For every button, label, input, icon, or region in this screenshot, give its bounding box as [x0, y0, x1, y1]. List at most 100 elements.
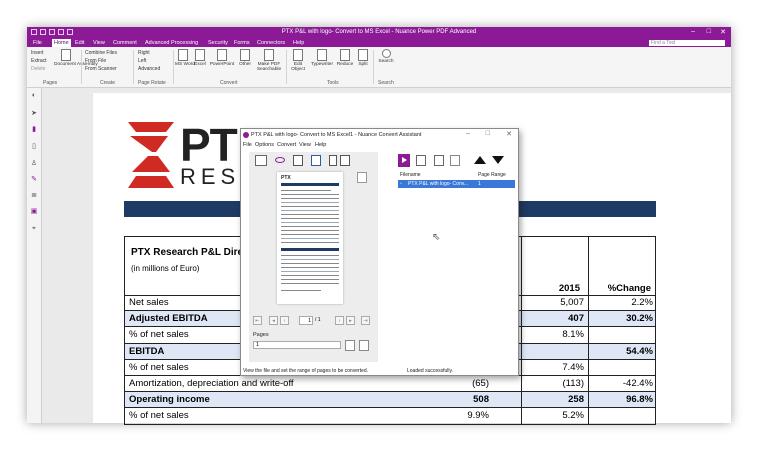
reduce-button[interactable]: Reduce: [336, 49, 354, 67]
dialog-minimize-button[interactable]: –: [466, 130, 470, 137]
convert-word-button[interactable]: MS Word: [175, 49, 195, 67]
pages-range-input[interactable]: 1: [253, 341, 341, 349]
attachment-icon[interactable]: ⌖: [30, 225, 38, 233]
remove-file-icon[interactable]: [434, 155, 444, 166]
move-up-icon[interactable]: [474, 156, 486, 164]
menu-security[interactable]: Security: [208, 40, 228, 46]
page-number-input[interactable]: 1: [299, 316, 313, 325]
open-folder-icon[interactable]: [255, 155, 267, 166]
row-value-change: -42.4%: [622, 378, 653, 389]
extract-button[interactable]: Extract: [31, 58, 47, 64]
group-label-convert: Convert: [220, 80, 238, 86]
convert-other-button[interactable]: Other: [237, 49, 253, 67]
rotate-right-button[interactable]: Right: [138, 50, 150, 56]
rotate-advanced-button[interactable]: Advanced: [138, 66, 160, 72]
select-arrow-icon[interactable]: ➤: [30, 110, 38, 118]
split-button[interactable]: Split: [356, 49, 370, 67]
next-page-button[interactable]: ▸: [346, 316, 355, 325]
minimize-button[interactable]: –: [691, 28, 695, 35]
menu-help[interactable]: Help: [293, 40, 304, 46]
prev-button[interactable]: ‹: [280, 316, 289, 325]
dialog-menu-file[interactable]: File: [243, 142, 252, 148]
layers-icon[interactable]: ≣: [30, 192, 38, 200]
document-icon[interactable]: ▯: [30, 143, 38, 151]
column-divider: [521, 408, 522, 424]
save-doc-icon[interactable]: [311, 155, 321, 166]
next-button[interactable]: ›: [335, 316, 344, 325]
separator: [133, 50, 134, 84]
pages-panel-icon[interactable]: ▮: [30, 126, 38, 134]
page-thumbnail[interactable]: PTX: [277, 172, 343, 304]
stamp-icon[interactable]: ♙: [30, 160, 38, 168]
pen-icon[interactable]: ✎: [30, 176, 38, 184]
row-value-2015: 407: [568, 313, 584, 325]
thumb-line: [281, 255, 339, 256]
dialog-close-button[interactable]: ✕: [506, 130, 512, 138]
hand-tool-icon[interactable]: ◐: [30, 92, 38, 100]
dialog-title: PTX P&L with logo- Convert to MS Excel1 …: [251, 132, 422, 138]
from-file-button[interactable]: From File: [85, 58, 106, 64]
maximize-button[interactable]: □: [707, 28, 711, 35]
last-page-button[interactable]: ⇥: [361, 316, 370, 325]
find-tool-input[interactable]: Find a Tool: [649, 40, 725, 46]
row-label: % of net sales: [129, 329, 189, 341]
settings-doc-icon[interactable]: [450, 155, 460, 166]
file-list-row[interactable]: ▫ PTX P&L with logo- Conv... 1: [398, 180, 515, 188]
page-total: / 1: [315, 317, 321, 323]
col-header-2015: 2015: [558, 283, 580, 294]
add-file-icon[interactable]: [416, 155, 426, 166]
dialog-status-bar: View the file and set the range of pages…: [241, 366, 518, 375]
copy-pages-icon[interactable]: [340, 155, 350, 166]
convert-excel-button[interactable]: Excel: [193, 49, 207, 67]
make-pdf-searchable-button[interactable]: Make PDF Searchable: [254, 49, 284, 72]
dialog-menu-view[interactable]: View: [299, 142, 311, 148]
thumb-line: [281, 226, 339, 227]
close-button[interactable]: ✕: [720, 28, 726, 36]
row-label: Net sales: [129, 297, 169, 308]
export-icon[interactable]: [329, 155, 337, 166]
prev-page-button[interactable]: ◂: [269, 316, 278, 325]
from-scanner-button[interactable]: From Scanner: [85, 66, 117, 72]
search-button[interactable]: Search: [375, 49, 397, 64]
menu-file[interactable]: File: [33, 40, 42, 46]
document-assembly-button[interactable]: Document Assembly: [54, 49, 98, 67]
column-divider: [521, 392, 522, 408]
menu-connectors[interactable]: Connectors: [257, 40, 285, 46]
row-value-2015: 8.1%: [562, 329, 584, 341]
play-convert-button[interactable]: [398, 154, 410, 167]
lock-icon[interactable]: ▣: [30, 208, 38, 216]
dialog-menu-options[interactable]: Options: [255, 142, 274, 148]
delete-button[interactable]: Delete: [31, 66, 45, 72]
column-divider: [588, 295, 589, 311]
thumb-line: [281, 271, 339, 272]
combine-files-button[interactable]: Combine Files: [85, 50, 117, 56]
group-label-page-rotate: Page Rotate: [138, 80, 166, 86]
move-down-icon[interactable]: [492, 156, 504, 164]
status-hint: View the file and set the range of pages…: [243, 368, 368, 374]
first-page-button[interactable]: ⇤: [253, 316, 262, 325]
menu-advanced-processing[interactable]: Advanced Processing: [145, 40, 198, 46]
separator: [286, 50, 287, 84]
rotate-left-button[interactable]: Left: [138, 58, 146, 64]
page-range-icon[interactable]: [345, 340, 355, 351]
page-icon[interactable]: [293, 155, 303, 166]
dialog-maximize-button[interactable]: □: [486, 130, 490, 137]
menu-comment[interactable]: Comment: [113, 40, 137, 46]
menu-forms[interactable]: Forms: [234, 40, 250, 46]
thumb-line: [281, 234, 339, 235]
menu-edit[interactable]: Edit: [75, 40, 84, 46]
view-eye-icon[interactable]: [275, 157, 285, 163]
dialog-menu-convert[interactable]: Convert: [277, 142, 296, 148]
dialog-menu-help[interactable]: Help: [315, 142, 326, 148]
menu-view[interactable]: View: [93, 40, 105, 46]
reset-range-icon[interactable]: [359, 340, 369, 351]
typewriter-button[interactable]: Typewriter: [309, 49, 335, 67]
page-navigation: ⇤ ◂ ‹ 1 / 1 › ▸ ⇥: [253, 316, 374, 326]
edit-object-button[interactable]: Edit Object: [289, 49, 307, 72]
row-value-change: 2.2%: [631, 297, 653, 308]
menu-home[interactable]: Home: [52, 39, 71, 47]
convert-powerpoint-button[interactable]: PowerPoint: [208, 49, 236, 67]
insert-button[interactable]: Insert: [31, 50, 44, 56]
row-value-2015: 5,007: [560, 297, 584, 308]
column-divider: [521, 359, 522, 375]
